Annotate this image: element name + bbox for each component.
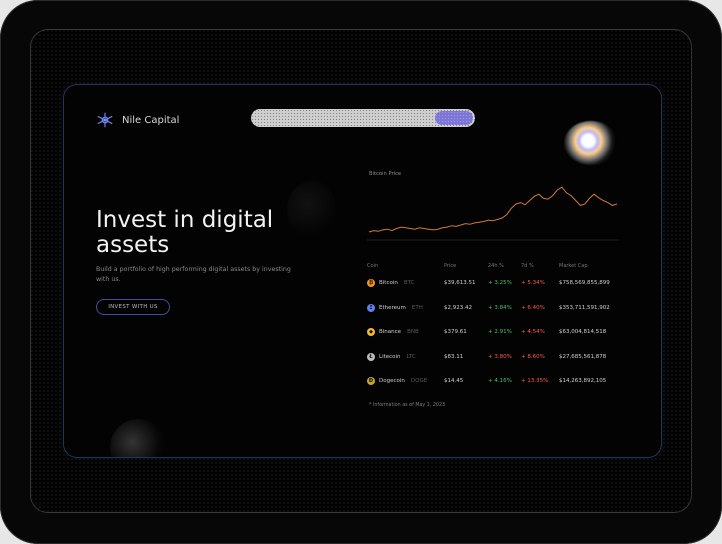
binance-icon: ◆ (367, 328, 375, 337)
change-7d-cell: + 5.34% (521, 280, 545, 287)
coin-symbol: ETH (411, 304, 423, 311)
header-price: Price (444, 263, 457, 269)
crypto-table: Coin Price 24h % 7d % Market Cap ₿ Bitco… (367, 261, 622, 394)
hero-subtitle: Build a portfolio of high performing dig… (96, 266, 291, 283)
price-cell: $83.11 (444, 353, 464, 360)
tablet-frame: Nile Capital Invest in digital assets Bu… (0, 0, 722, 544)
change-7d-cell: + 6.40% (521, 304, 545, 311)
change-24h-cell: + 3.80% (488, 353, 512, 360)
coin-cell: ₿ Bitcoin BTC (367, 279, 444, 288)
table-row[interactable]: Ð Dogecoin DOGE $14.45 + 4.16% + 13.35% … (367, 369, 622, 394)
table-row[interactable]: ◆ Binance BNB $379.61 + 2.91% + 4.54% $6… (367, 320, 622, 345)
bitcoin-price-chart (367, 186, 619, 241)
table-row[interactable]: ₿ Bitcoin BTC $39,613.51 + 3.25% + 5.34%… (367, 271, 622, 296)
coin-symbol: DOGE (410, 378, 428, 385)
brand-name: Nile Capital (122, 114, 180, 126)
decorative-orb (564, 121, 618, 165)
change-24h-cell: + 2.91% (488, 329, 512, 336)
table-footnote: * Information as of May 1, 2023 (369, 403, 446, 408)
price-cell: $379.61 (444, 329, 467, 336)
decorative-blob (110, 419, 166, 457)
website-card: Nile Capital Invest in digital assets Bu… (63, 84, 662, 458)
change-7d-cell: + 8.60% (521, 353, 545, 360)
coin-name: Binance (379, 329, 402, 336)
series-line (368, 186, 618, 233)
coin-cell: Ł Litecoin LTC (367, 352, 444, 361)
header-market-cap: Market Cap (559, 263, 588, 269)
ethereum-icon: Ξ (367, 303, 375, 312)
price-cell: $39,613.51 (444, 280, 476, 287)
chart-title: Bitcoin Price (369, 171, 402, 177)
coin-symbol: BNB (407, 329, 419, 336)
price-cell: $2,923.42 (444, 304, 472, 311)
nav-cta-button[interactable] (435, 111, 473, 125)
coin-cell: Ð Dogecoin DOGE (367, 377, 444, 386)
tablet-screen: Nile Capital Invest in digital assets Bu… (30, 29, 692, 513)
table-row[interactable]: Ł Litecoin LTC $83.11 + 3.80% + 8.60% $2… (367, 345, 622, 370)
change-24h-cell: + 3.25% (488, 280, 512, 287)
market-cap-cell: $353,711,591,902 (559, 304, 610, 311)
change-7d-cell: + 4.54% (521, 329, 545, 336)
header-coin: Coin (367, 263, 379, 269)
top-navigation[interactable] (251, 109, 475, 127)
invest-button[interactable]: INVEST WITH US (96, 299, 170, 315)
market-cap-cell: $63,004,814,518 (559, 329, 607, 336)
dogecoin-icon: Ð (367, 377, 375, 386)
logo-icon (97, 112, 113, 128)
brand-logo[interactable]: Nile Capital (96, 111, 179, 129)
header-7d: 7d % (521, 263, 534, 269)
change-24h-cell: + 4.16% (488, 378, 512, 385)
market-cap-cell: $14,263,892,105 (559, 378, 607, 385)
coin-name: Ethereum (379, 304, 406, 311)
change-7d-cell: + 13.35% (521, 378, 549, 385)
coin-symbol: BTC (403, 280, 415, 287)
litecoin-icon: Ł (367, 352, 375, 361)
coin-symbol: LTC (406, 353, 416, 360)
market-cap-cell: $27,685,561,878 (559, 353, 607, 360)
table-row[interactable]: Ξ Ethereum ETH $2,923.42 + 3.84% + 6.40%… (367, 296, 622, 321)
table-header: Coin Price 24h % 7d % Market Cap (367, 261, 622, 271)
price-cell: $14.45 (444, 378, 464, 385)
coin-name: Litecoin (379, 353, 401, 360)
header-24h: 24h % (488, 263, 504, 269)
bitcoin-icon: ₿ (367, 279, 375, 288)
coin-name: Bitcoin (379, 280, 398, 287)
coin-cell: Ξ Ethereum ETH (367, 303, 444, 312)
change-24h-cell: + 3.84% (488, 304, 512, 311)
coin-cell: ◆ Binance BNB (367, 328, 444, 337)
coin-name: Dogecoin (379, 378, 405, 385)
market-cap-cell: $758,569,855,899 (559, 280, 610, 287)
hero-title: Invest in digital assets (96, 207, 274, 258)
